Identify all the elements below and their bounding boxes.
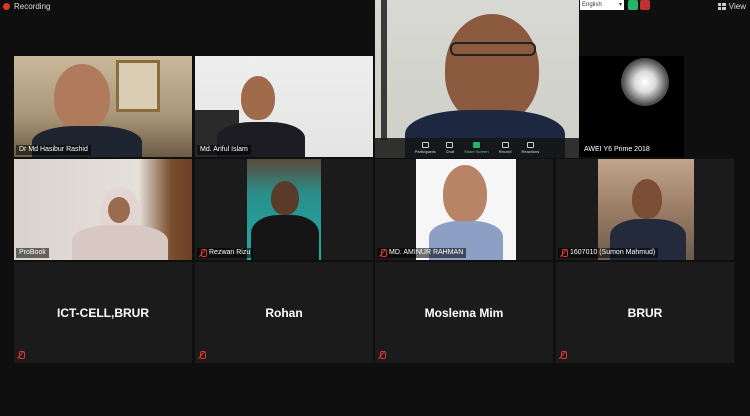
language-value: English bbox=[582, 2, 602, 8]
reactions-icon bbox=[526, 142, 534, 148]
participant-face bbox=[108, 197, 130, 223]
record-icon bbox=[501, 142, 509, 148]
view-button[interactable]: View bbox=[717, 2, 746, 11]
participant-face bbox=[632, 179, 662, 219]
chevron-down-icon: ▾ bbox=[618, 2, 622, 8]
glasses bbox=[450, 42, 536, 56]
tile-name-label: AWEI Y6 Prime 2018 bbox=[581, 145, 653, 155]
active-speaker-tile[interactable]: Participants Chat Share Screen Record Re… bbox=[375, 0, 579, 158]
share-screen-icon bbox=[472, 142, 480, 148]
video-tile-aminur[interactable]: MD. AMINUR RAHMAN bbox=[375, 159, 553, 260]
name-tile-brur[interactable]: BRUR bbox=[556, 262, 734, 363]
language-select[interactable]: English ▾ bbox=[580, 0, 624, 10]
check-icon[interactable] bbox=[628, 0, 638, 10]
participants-button[interactable]: Participants bbox=[415, 142, 436, 154]
mic-muted-icon bbox=[379, 351, 386, 359]
mic-muted-icon bbox=[560, 351, 567, 359]
mic-muted-icon bbox=[199, 351, 206, 359]
tile-name-label: 1607010 (Sumon Mahmud) bbox=[558, 248, 659, 258]
recording-dot-icon bbox=[3, 3, 10, 10]
mic-muted-icon bbox=[18, 351, 25, 359]
grid-view-icon bbox=[717, 3, 726, 10]
video-tile-ariful[interactable]: Md. Ariful Islam bbox=[195, 56, 373, 157]
mic-muted-icon bbox=[561, 249, 568, 257]
door-frame bbox=[381, 0, 387, 140]
participant-name: Rohan bbox=[265, 305, 303, 320]
participant-face bbox=[54, 64, 110, 130]
participants-icon bbox=[421, 142, 429, 148]
tile-name-label: Rezwan Rizu bbox=[197, 248, 254, 258]
meeting-toolbar: Participants Chat Share Screen Record Re… bbox=[375, 138, 579, 158]
mic-muted-icon bbox=[380, 249, 387, 257]
share-screen-button[interactable]: Share Screen bbox=[464, 142, 489, 154]
light-glare bbox=[621, 58, 669, 106]
video-tile-awei[interactable]: AWEI Y6 Prime 2018 bbox=[579, 56, 684, 157]
name-tile-moslema[interactable]: Moslema Mim bbox=[375, 262, 553, 363]
participant-face bbox=[271, 181, 299, 215]
chat-button[interactable]: Chat bbox=[446, 142, 454, 154]
view-label: View bbox=[728, 2, 746, 11]
portrait-frame bbox=[116, 60, 160, 112]
recording-label: Recording bbox=[14, 2, 51, 11]
recording-indicator[interactable]: Recording bbox=[3, 2, 50, 11]
participant-name: Moslema Mim bbox=[424, 305, 504, 320]
video-tile-rezwan[interactable]: Rezwan Rizu bbox=[195, 159, 373, 260]
name-tile-ict-cell[interactable]: ICT-CELL,BRUR bbox=[14, 262, 192, 363]
tile-name-label: MD. AMINUR RAHMAN bbox=[377, 248, 467, 258]
mic-muted-icon bbox=[200, 249, 207, 257]
reactions-button[interactable]: Reactions bbox=[521, 142, 539, 154]
close-icon[interactable] bbox=[640, 0, 650, 10]
video-tile-sumon[interactable]: 1607010 (Sumon Mahmud) bbox=[556, 159, 734, 260]
participant-face bbox=[241, 76, 275, 120]
name-tile-rohan[interactable]: Rohan bbox=[195, 262, 373, 363]
tile-name-label: Dr Md Hasibur Rashid bbox=[16, 145, 91, 155]
record-button[interactable]: Record bbox=[499, 142, 511, 154]
participant-body bbox=[72, 225, 168, 260]
video-tile-probook[interactable]: ProBook bbox=[14, 159, 192, 260]
participant-name: ICT-CELL,BRUR bbox=[57, 305, 149, 320]
video-tile-hasibur[interactable]: Dr Md Hasibur Rashid bbox=[14, 56, 192, 157]
tile-name-label: ProBook bbox=[16, 248, 49, 258]
participant-name: BRUR bbox=[627, 305, 663, 320]
participant-face bbox=[443, 165, 487, 223]
chat-icon bbox=[446, 142, 454, 148]
participant-body bbox=[251, 215, 319, 260]
tile-name-label: Md. Ariful Islam bbox=[197, 145, 251, 155]
participant-face bbox=[445, 14, 539, 124]
